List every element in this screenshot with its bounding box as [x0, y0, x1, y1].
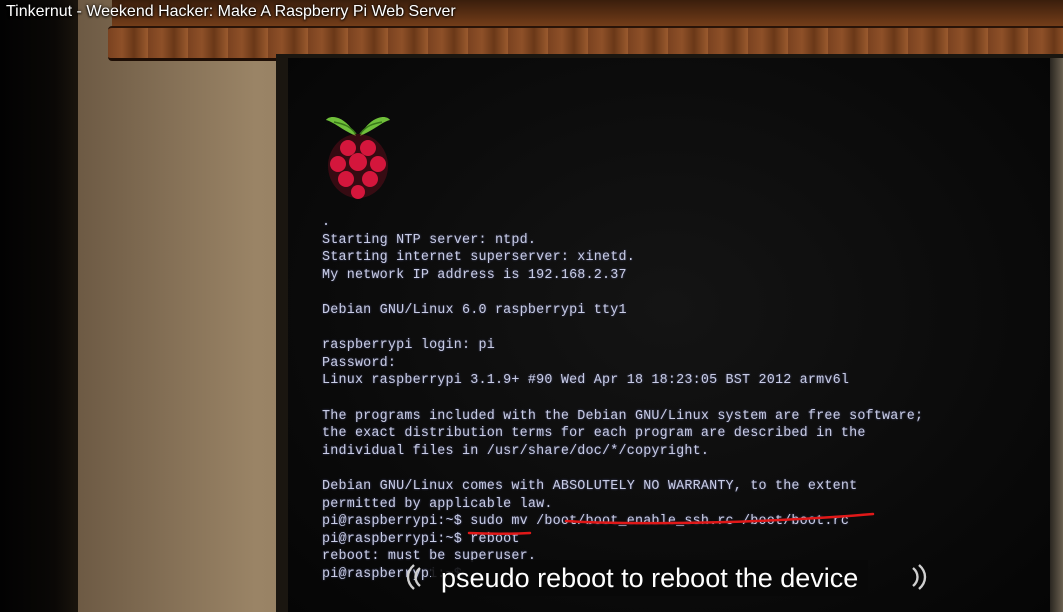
terminal-line: Linux raspberrypi 3.1.9+ #90 Wed Apr 18 … — [322, 373, 850, 389]
video-player[interactable]: . Starting NTP server: ntpd. Starting inte… — [0, 0, 1063, 612]
sound-waves-icon — [406, 564, 421, 590]
terminal-line: Debian GNU/Linux comes with ABSOLUTELY N… — [322, 478, 858, 494]
terminal-output: . Starting NTP server: ntpd. Starting inte… — [322, 214, 923, 583]
terminal-line: Password: — [322, 355, 397, 371]
terminal-line: Starting NTP server: ntpd. — [322, 232, 537, 248]
terminal-line: pi@raspberrypi:~$ reboot — [322, 531, 520, 547]
terminal-line: the exact distribution terms for each pr… — [322, 426, 866, 442]
terminal-line: My network IP address is 192.168.2.37 — [322, 267, 627, 283]
terminal-line: The programs included with the Debian GN… — [322, 408, 924, 424]
sound-waves-icon — [912, 564, 927, 590]
terminal-line: pi@raspberrypi:~$ sudo mv /boot/boot_ena… — [322, 514, 850, 530]
background-shadow — [0, 0, 78, 612]
raspberry-pi-logo-icon — [326, 117, 390, 199]
terminal-line: individual files in /usr/share/doc/*/cop… — [322, 443, 710, 459]
terminal-line: Debian GNU/Linux 6.0 raspberrypi tty1 — [322, 302, 627, 318]
caption-text: pseudo reboot to reboot the device — [441, 562, 859, 593]
video-title[interactable]: Tinkernut - Weekend Hacker: Make A Raspb… — [6, 3, 456, 21]
caption-box: pseudo reboot to reboot the device — [431, 560, 869, 596]
terminal-line: permitted by applicable law. — [322, 496, 553, 512]
terminal-line: Starting internet superserver: xinetd. — [322, 250, 635, 266]
terminal-line: . — [322, 215, 331, 230]
terminal-line: raspberrypi login: pi — [322, 338, 495, 354]
monitor-edge — [1050, 58, 1063, 612]
